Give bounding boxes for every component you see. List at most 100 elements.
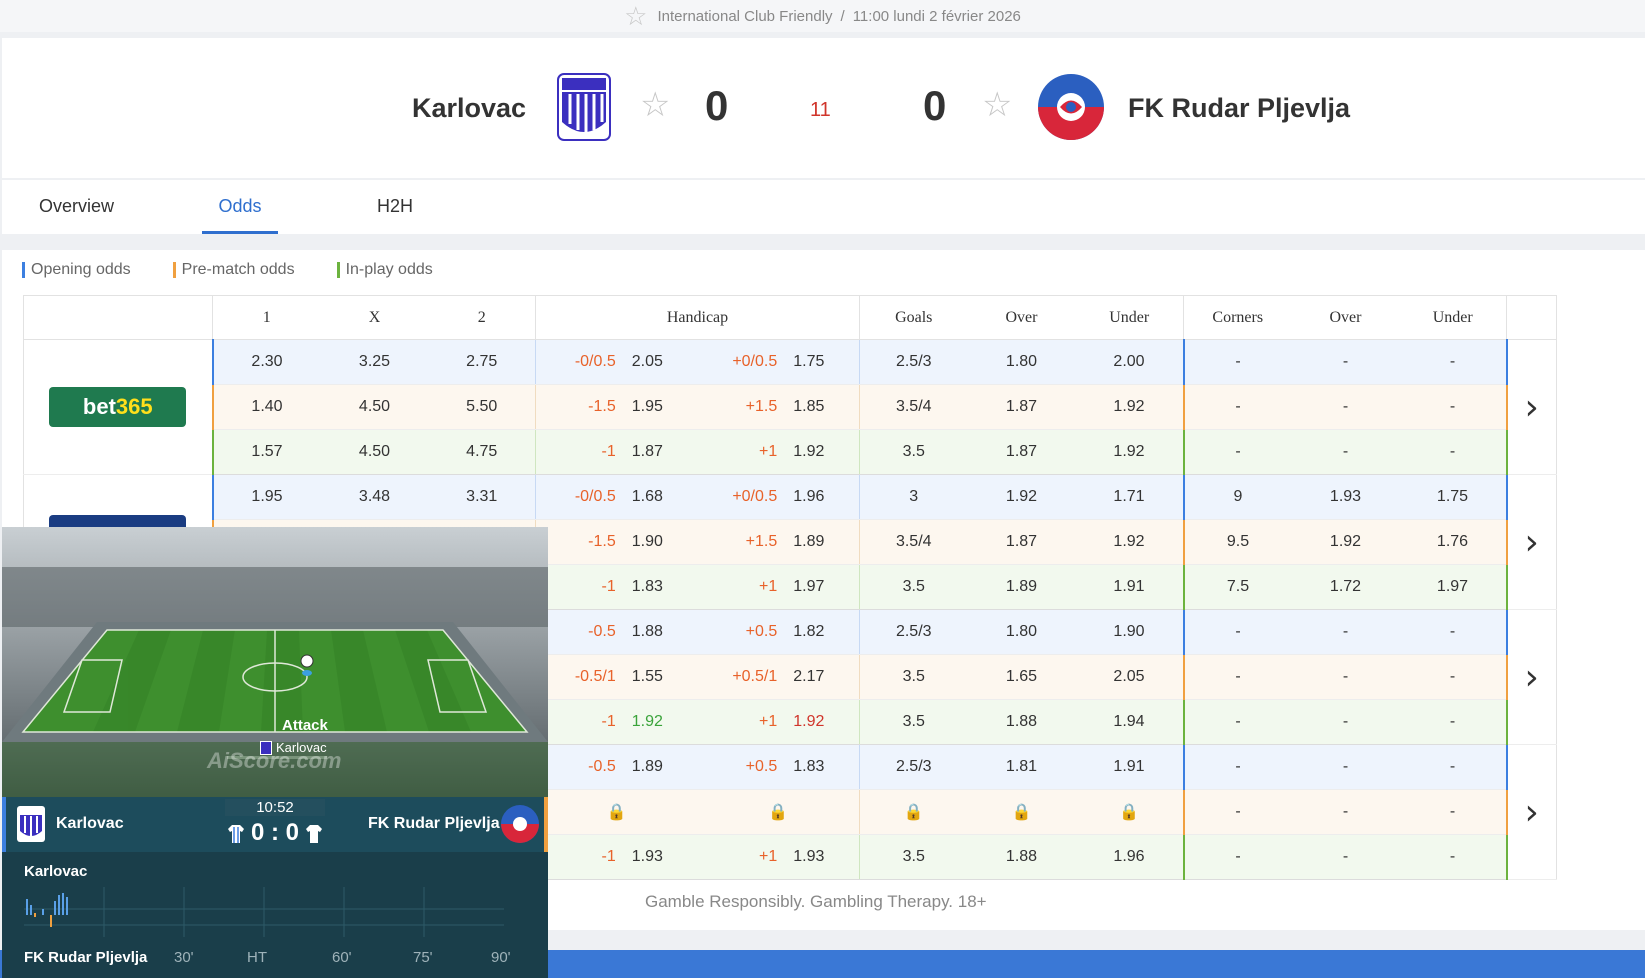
- corners-over[interactable]: 1.72: [1291, 564, 1400, 610]
- goals-over[interactable]: 1.88: [967, 699, 1076, 745]
- handicap-away[interactable]: +0/0.5 1.75: [697, 339, 860, 385]
- corners-line[interactable]: -: [1182, 699, 1292, 745]
- goals-over[interactable]: 1.81: [967, 744, 1076, 790]
- goals-line[interactable]: 3.5: [859, 429, 968, 475]
- handicap-home[interactable]: -1.5 1.95: [535, 384, 698, 430]
- goals-line[interactable]: 3.5: [859, 654, 968, 700]
- goals-over[interactable]: 1.88: [967, 834, 1076, 880]
- handicap-away[interactable]: +1 1.92: [697, 429, 860, 475]
- away-team-logo[interactable]: [1036, 72, 1106, 142]
- odds-home[interactable]: 1.57: [211, 429, 321, 475]
- handicap-away[interactable]: +1.5 1.85: [697, 384, 860, 430]
- odds-away[interactable]: 2.75: [428, 339, 536, 385]
- handicap-home[interactable]: -0/0.5 1.68: [535, 474, 698, 520]
- corners-line[interactable]: 7.5: [1182, 564, 1292, 610]
- goals-line[interactable]: 2.5/3: [859, 339, 968, 385]
- bet365-logo[interactable]: bet365: [49, 387, 187, 427]
- handicap-home[interactable]: -0.5 1.89: [535, 744, 698, 790]
- odds-draw[interactable]: 3.25: [320, 339, 429, 385]
- handicap-home[interactable]: -1.5 1.90: [535, 519, 698, 565]
- goals-under[interactable]: 1.92: [1075, 429, 1184, 475]
- goals-under[interactable]: 1.91: [1075, 744, 1184, 790]
- corners-over[interactable]: 1.93: [1291, 474, 1400, 520]
- goals-line[interactable]: 3.5: [859, 564, 968, 610]
- corners-under[interactable]: 1.76: [1399, 519, 1508, 565]
- corners-over[interactable]: -: [1291, 429, 1400, 475]
- gamble-responsibly-text[interactable]: Gamble Responsibly. Gambling Therapy. 18…: [645, 892, 987, 912]
- handicap-away[interactable]: +0/0.5 1.96: [697, 474, 860, 520]
- corners-line[interactable]: -: [1182, 384, 1292, 430]
- corners-under[interactable]: -: [1399, 654, 1508, 700]
- corners-line[interactable]: -: [1182, 834, 1292, 880]
- corners-line[interactable]: -: [1182, 789, 1292, 835]
- corners-over[interactable]: -: [1291, 789, 1400, 835]
- handicap-away[interactable]: +1 1.97: [697, 564, 860, 610]
- goals-line[interactable]: 3.5: [859, 699, 968, 745]
- goals-over[interactable]: 1.87: [967, 519, 1076, 565]
- goals-over[interactable]: 1.87: [967, 429, 1076, 475]
- corners-line[interactable]: 9: [1182, 474, 1292, 520]
- handicap-home[interactable]: -1 1.87: [535, 429, 698, 475]
- goals-under[interactable]: 1.96: [1075, 834, 1184, 880]
- home-team-name[interactable]: Karlovac: [412, 93, 526, 124]
- corners-under[interactable]: -: [1399, 339, 1508, 385]
- odds-home[interactable]: 1.40: [211, 384, 321, 430]
- goals-line[interactable]: 3.5/4: [859, 384, 968, 430]
- live-match-widget[interactable]: AiScore.com Attack Karlovac Karlovac 10:…: [2, 527, 548, 978]
- corners-under[interactable]: -: [1399, 834, 1508, 880]
- away-team-name[interactable]: FK Rudar Pljevlja: [1128, 93, 1350, 124]
- chevron-right-icon[interactable]: ›: [1506, 609, 1557, 745]
- lock-icon[interactable]: 🔒: [1075, 789, 1184, 835]
- handicap-away[interactable]: +0.5 1.82: [697, 609, 860, 655]
- goals-under[interactable]: 1.71: [1075, 474, 1184, 520]
- corners-over[interactable]: -: [1291, 699, 1400, 745]
- corners-under[interactable]: -: [1399, 699, 1508, 745]
- odds-away[interactable]: 4.75: [428, 429, 536, 475]
- corners-under[interactable]: -: [1399, 609, 1508, 655]
- handicap-home[interactable]: -1 1.93: [535, 834, 698, 880]
- goals-over[interactable]: 1.80: [967, 609, 1076, 655]
- tab-h2h[interactable]: H2H: [377, 196, 413, 234]
- lock-icon[interactable]: 🔒: [967, 789, 1076, 835]
- goals-over[interactable]: 1.80: [967, 339, 1076, 385]
- lock-icon[interactable]: 🔒: [697, 789, 860, 835]
- handicap-away[interactable]: +1.5 1.89: [697, 519, 860, 565]
- chevron-right-icon[interactable]: ›: [1506, 474, 1557, 610]
- odds-draw[interactable]: 3.48: [320, 474, 429, 520]
- star-icon[interactable]: ☆: [624, 3, 647, 29]
- goals-line[interactable]: 3: [859, 474, 968, 520]
- goals-under[interactable]: 1.91: [1075, 564, 1184, 610]
- goals-over[interactable]: 1.65: [967, 654, 1076, 700]
- handicap-home[interactable]: -1 1.92: [535, 699, 698, 745]
- handicap-home[interactable]: -1 1.83: [535, 564, 698, 610]
- home-team-logo[interactable]: [556, 72, 612, 144]
- goals-under[interactable]: 2.05: [1075, 654, 1184, 700]
- handicap-away[interactable]: +1 1.92: [697, 699, 860, 745]
- handicap-away[interactable]: +0.5 1.83: [697, 744, 860, 790]
- corners-under[interactable]: -: [1399, 384, 1508, 430]
- corners-over[interactable]: -: [1291, 744, 1400, 790]
- lock-icon[interactable]: 🔒: [535, 789, 698, 835]
- corners-line[interactable]: 9.5: [1182, 519, 1292, 565]
- competition-name[interactable]: International Club Friendly: [657, 8, 832, 25]
- goals-over[interactable]: 1.89: [967, 564, 1076, 610]
- corners-under[interactable]: -: [1399, 744, 1508, 790]
- goals-over[interactable]: 1.87: [967, 384, 1076, 430]
- corners-under[interactable]: 1.97: [1399, 564, 1508, 610]
- corners-over[interactable]: -: [1291, 834, 1400, 880]
- goals-line[interactable]: 3.5/4: [859, 519, 968, 565]
- odds-home[interactable]: 1.95: [211, 474, 321, 520]
- goals-over[interactable]: 1.92: [967, 474, 1076, 520]
- corners-line[interactable]: -: [1182, 429, 1292, 475]
- tab-odds[interactable]: Odds: [202, 196, 278, 234]
- corners-line[interactable]: -: [1182, 609, 1292, 655]
- star-icon[interactable]: ☆: [982, 88, 1012, 122]
- goals-under[interactable]: 1.94: [1075, 699, 1184, 745]
- goals-under[interactable]: 1.90: [1075, 609, 1184, 655]
- corners-over[interactable]: -: [1291, 339, 1400, 385]
- handicap-home[interactable]: -0.5/1 1.55: [535, 654, 698, 700]
- corners-under[interactable]: 1.75: [1399, 474, 1508, 520]
- handicap-away[interactable]: +1 1.93: [697, 834, 860, 880]
- odds-draw[interactable]: 4.50: [320, 429, 429, 475]
- bookmaker-logo[interactable]: bet365: [23, 339, 213, 475]
